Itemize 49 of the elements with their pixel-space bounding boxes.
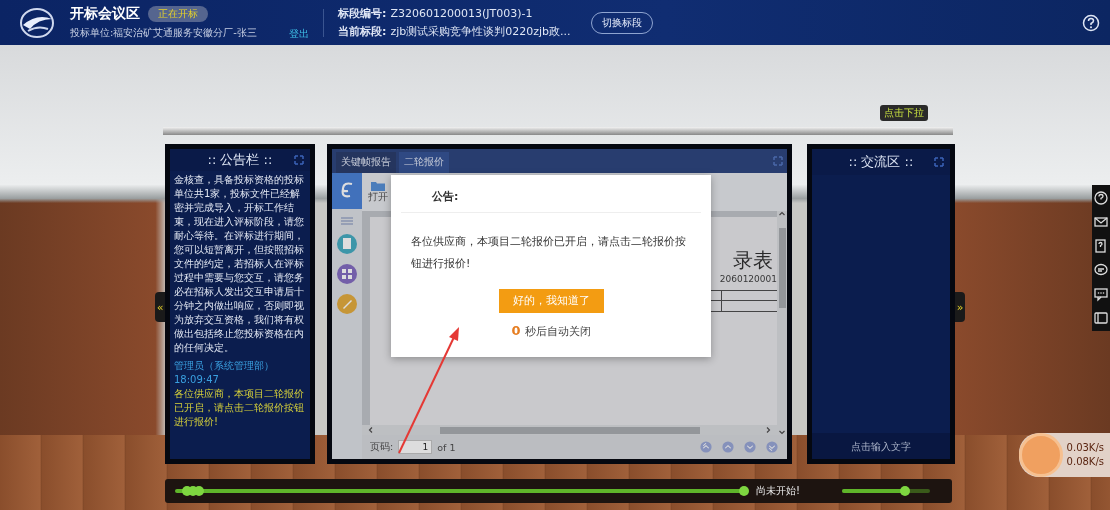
logo-icon (18, 6, 56, 39)
scroll-up-icon[interactable] (779, 211, 785, 217)
panel-title: :: 交流区 :: (848, 153, 914, 171)
download-speed: 0.08K/s (1066, 455, 1104, 469)
question-card-icon[interactable] (1094, 237, 1108, 255)
notice-text: 金核查，具备投标资格的投标单位共1家，投标文件已经解密并完成导入，开标工作结束，现在进入评标阶段，请您耐心等待。在评标进行期间，您可以短暂离开，但按照招标文件的约定，若招标人在评标过程中需要与您交互，请您务必在招标人发出交互申请后十分钟之内做出响应，否则即视为放弃交互资格，我们将有权做出包括终止您投标资格在内的任何决定。 (174, 173, 305, 355)
toolbar-button[interactable]: 打开 (368, 180, 388, 204)
chat-input-field[interactable]: 点击输入文字 (812, 433, 950, 459)
volume-slider[interactable] (842, 489, 930, 493)
folder-icon (371, 180, 385, 191)
timeline-status: 尚未开始! (756, 484, 801, 498)
tab[interactable]: 关键帧报告 (336, 152, 396, 173)
document-code: 2060120001 (719, 274, 777, 284)
scroll-left-icon[interactable] (368, 427, 374, 433)
vertical-scrollbar[interactable] (777, 211, 787, 435)
logout-link[interactable]: 登出 (289, 27, 309, 41)
expand-icon[interactable] (294, 155, 304, 165)
comment-icon[interactable] (1094, 285, 1108, 303)
book-icon[interactable] (1094, 309, 1108, 327)
page-label: 页码: (370, 440, 394, 454)
scroll-right-icon[interactable] (765, 427, 771, 433)
message-meta: 管理员（系统管理部） 18:09:47 (174, 359, 275, 387)
expand-handle[interactable]: » (955, 292, 965, 322)
page-total: of 1 (437, 441, 456, 453)
help-icon[interactable] (1082, 13, 1100, 32)
grid-icon[interactable] (336, 263, 358, 285)
section-info: 标段编号: Z320601200013(JT003)-1 (338, 6, 534, 21)
document-icon[interactable] (336, 233, 358, 255)
document-title: 录表 (733, 247, 773, 274)
message-text: 各位供应商，本项目二轮报价已开启，请点击二轮报价按钮进行报价! (174, 387, 305, 429)
countdown-number: 0 (511, 323, 521, 338)
status-badge: 正在开标 (148, 6, 208, 22)
upload-speed: 0.03K/s (1066, 441, 1104, 455)
expand-icon[interactable] (934, 157, 944, 167)
section-info: 当前标段: zjb测试采购竞争性谈判0220zjb政... (338, 24, 571, 39)
volume-thumb[interactable] (900, 486, 911, 496)
dropdown-hint[interactable]: 点击下拉 (880, 105, 928, 121)
dialog-message: 各位供应商，本项目二轮报价已开启，请点击二轮报价按钮进行报价! (410, 234, 687, 272)
app-title: 开标会议区 (70, 5, 140, 23)
tab[interactable]: 二轮报价 (399, 152, 449, 173)
collapse-handle[interactable]: « (155, 292, 165, 322)
horizontal-scrollbar[interactable] (362, 425, 777, 435)
countdown-text: 秒后自动关闭 (524, 325, 591, 339)
page-input[interactable]: 1 (398, 440, 433, 454)
bidder-text: 投标单位:福安治矿艾通服务安徽分厂-张三 (70, 26, 257, 40)
scroll-down-icon[interactable] (779, 429, 785, 435)
dialog-title: 公告: (401, 175, 701, 213)
panel-title: :: 公告栏 :: (207, 151, 273, 169)
help-icon[interactable] (1094, 189, 1108, 207)
